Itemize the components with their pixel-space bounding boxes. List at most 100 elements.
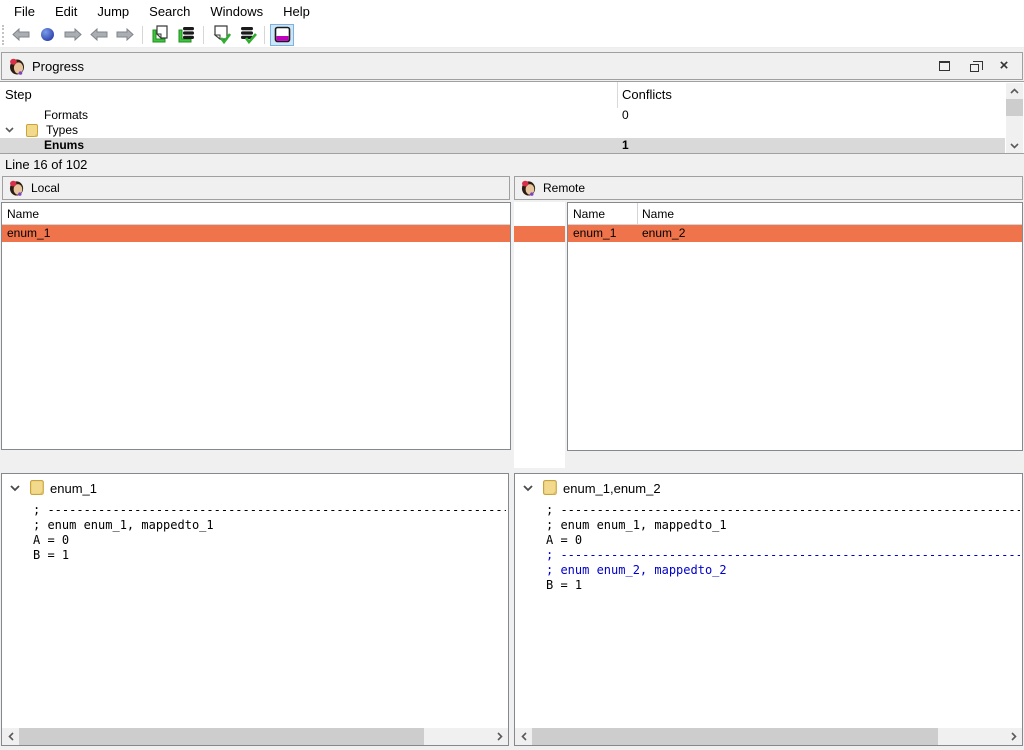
forward-arrow-icon (64, 28, 82, 41)
toolbar (0, 22, 1024, 48)
scroll-left-icon[interactable] (2, 728, 19, 745)
app-icon (521, 180, 537, 196)
remote-detail-code[interactable]: ; --------------------------------------… (546, 503, 1020, 593)
local-detail-hscrollbar[interactable] (2, 728, 508, 745)
restore-button[interactable] (966, 58, 982, 74)
cell-name-local: enum_1 (573, 225, 616, 242)
list-check-icon (238, 25, 257, 44)
remote-pane-header[interactable]: Remote (514, 176, 1023, 200)
copy-list-button[interactable] (174, 24, 198, 46)
remote-detail-node[interactable]: enum_1,enum_2 (515, 480, 1022, 498)
restore-icon (970, 64, 979, 72)
progress-scrollbar[interactable] (1006, 83, 1023, 153)
local-row-enum1[interactable]: enum_1 (2, 225, 510, 242)
menu-jump[interactable]: Jump (87, 2, 139, 21)
diff-map-strip[interactable] (514, 202, 565, 468)
column-step[interactable]: Step (5, 87, 32, 102)
menu-file[interactable]: File (4, 2, 45, 21)
scrollbar-thumb[interactable] (532, 728, 938, 745)
remote-detail-label: enum_1,enum_2 (563, 481, 661, 496)
accept-list-button[interactable] (235, 24, 259, 46)
scroll-right-icon[interactable] (491, 728, 508, 745)
toolbar-drag-handle[interactable] (2, 25, 8, 45)
document-check-icon (212, 25, 231, 44)
diff-map-marker[interactable] (514, 226, 565, 242)
code-line: A = 0 (546, 533, 1020, 548)
folder-icon (30, 480, 45, 495)
back-arrow-icon (12, 28, 30, 41)
column-divider[interactable] (617, 82, 618, 108)
remote-pane-title: Remote (543, 181, 585, 195)
table-row-enums[interactable]: Enums 1 (0, 138, 1005, 153)
table-row-formats[interactable]: Formats 0 (0, 108, 1005, 123)
jump-next-button[interactable] (113, 24, 137, 46)
toolbar-separator (203, 26, 204, 44)
close-button[interactable]: × (996, 58, 1012, 74)
progress-table-header[interactable]: Step Conflicts (0, 82, 1024, 108)
local-detail-code[interactable]: ; --------------------------------------… (33, 503, 506, 563)
menu-help[interactable]: Help (273, 2, 320, 21)
row-label: Formats (44, 108, 88, 123)
progress-titlebar[interactable]: Progress × (1, 52, 1023, 80)
chevron-down-icon[interactable] (5, 127, 14, 133)
scroll-down-icon[interactable] (1006, 138, 1023, 153)
nav-current-button[interactable] (35, 24, 59, 46)
blue-circle-icon (41, 28, 54, 41)
column-name-remote[interactable]: Name (642, 207, 674, 221)
accept-document-button[interactable] (209, 24, 233, 46)
scrollbar-thumb[interactable] (1006, 99, 1023, 116)
app-icon (9, 180, 25, 196)
scroll-left-icon[interactable] (515, 728, 532, 745)
code-line: ; enum enum_2, mappedto_2 (546, 563, 1020, 578)
menu-windows[interactable]: Windows (200, 2, 273, 21)
row-conflicts: 1 (622, 138, 629, 153)
scroll-right-icon[interactable] (1005, 728, 1022, 745)
menu-edit[interactable]: Edit (45, 2, 87, 21)
local-detail-label: enum_1 (50, 481, 97, 496)
column-name-local[interactable]: Name (573, 207, 605, 221)
folder-icon (543, 480, 558, 495)
scroll-up-icon[interactable] (1006, 83, 1023, 98)
local-pane-header[interactable]: Local (2, 176, 510, 200)
row-conflicts: 0 (622, 108, 629, 123)
code-line: B = 1 (33, 548, 506, 563)
local-table-header[interactable]: Name (2, 203, 510, 225)
code-line: ; --------------------------------------… (546, 548, 1020, 563)
toolbar-separator (264, 26, 265, 44)
menu-search[interactable]: Search (139, 2, 200, 21)
folder-icon (26, 124, 39, 137)
nav-forward-button[interactable] (61, 24, 85, 46)
maximize-button[interactable] (936, 58, 952, 74)
app-icon (9, 58, 26, 75)
progress-title: Progress (32, 59, 84, 74)
local-pane-title: Local (31, 181, 60, 195)
copy-document-button[interactable] (148, 24, 172, 46)
nav-back-button[interactable] (9, 24, 33, 46)
local-table: Name enum_1 (1, 202, 511, 450)
scrollbar-thumb[interactable] (19, 728, 424, 745)
back-arrow-icon (90, 28, 108, 41)
merge-view-toggle-button[interactable] (270, 24, 294, 46)
chevron-down-icon[interactable] (523, 485, 533, 492)
remote-detail-hscrollbar[interactable] (515, 728, 1022, 745)
remote-row-enum1[interactable]: enum_1 enum_2 (568, 225, 1022, 242)
cell-name-remote: enum_2 (642, 225, 685, 242)
code-line: A = 0 (33, 533, 506, 548)
document-green-icon (151, 25, 170, 44)
column-conflicts[interactable]: Conflicts (622, 87, 672, 102)
column-divider[interactable] (637, 203, 638, 225)
code-line: ; enum enum_1, mappedto_1 (33, 518, 506, 533)
chevron-down-icon[interactable] (10, 485, 20, 492)
remote-table-header[interactable]: Name Name (568, 203, 1022, 225)
remote-table: Name Name enum_1 enum_2 (567, 202, 1023, 451)
code-line: B = 1 (546, 578, 1020, 593)
column-name[interactable]: Name (7, 207, 39, 221)
code-line: ; enum enum_1, mappedto_1 (546, 518, 1020, 533)
remote-detail-pane: enum_1,enum_2 ; ------------------------… (514, 473, 1023, 746)
code-line: ; --------------------------------------… (546, 503, 1020, 518)
jump-previous-button[interactable] (87, 24, 111, 46)
forward-arrow-icon (116, 28, 134, 41)
toolbar-separator (142, 26, 143, 44)
table-row-types[interactable]: Types (0, 123, 1005, 138)
local-detail-node[interactable]: enum_1 (2, 480, 508, 498)
